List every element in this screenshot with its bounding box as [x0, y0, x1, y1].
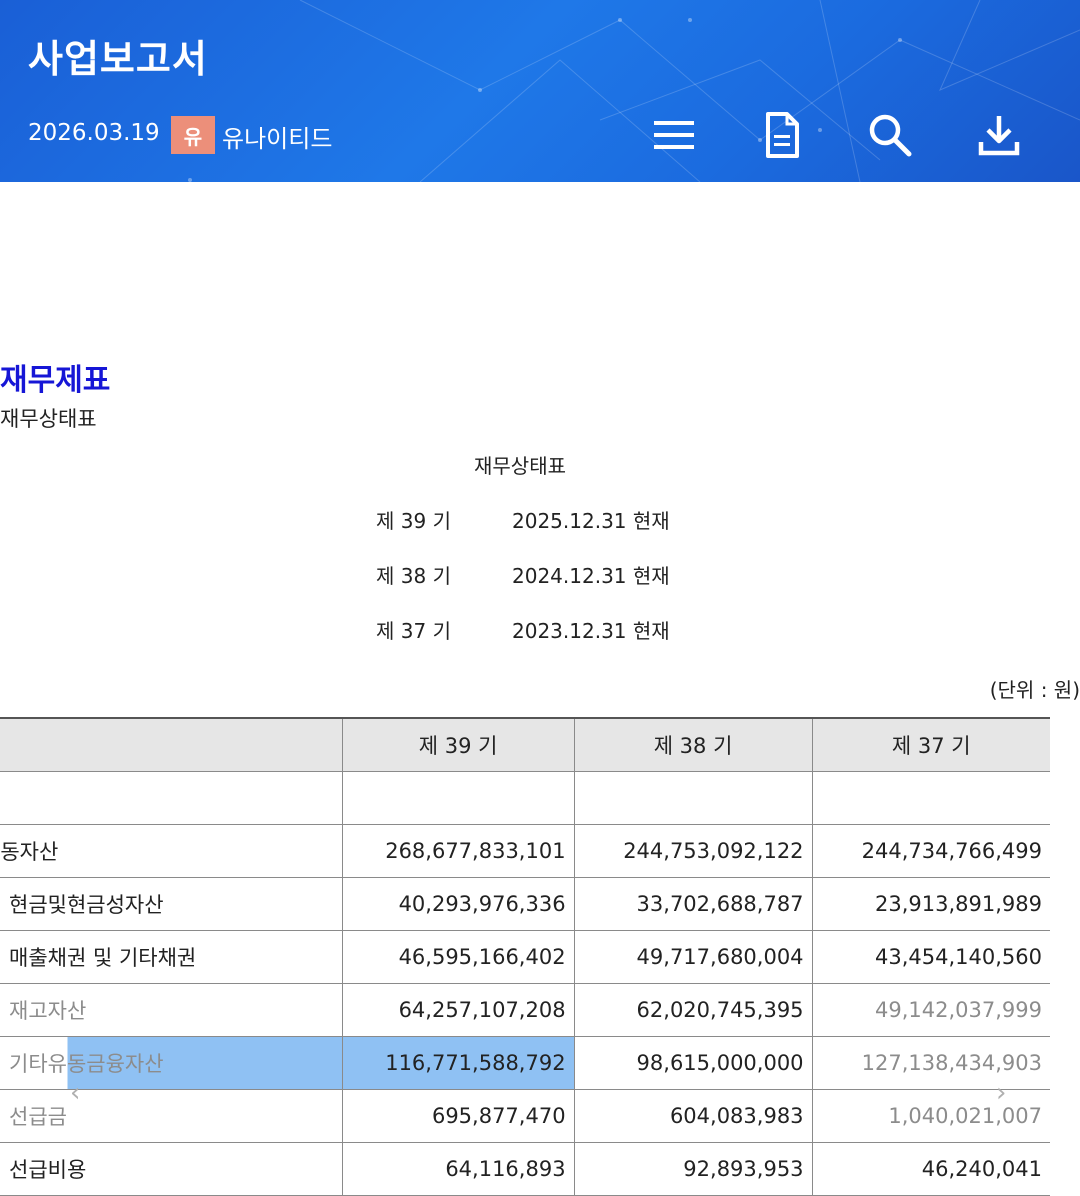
- section-title: 재무제표: [0, 363, 111, 398]
- section-subtitle: 재무상태표: [0, 407, 97, 431]
- row-label: 재고자산: [0, 983, 343, 1037]
- report-date: 2026.03.19: [28, 120, 160, 146]
- document-icon[interactable]: [758, 110, 806, 160]
- download-icon[interactable]: [975, 110, 1023, 160]
- menu-icon[interactable]: [650, 110, 698, 160]
- period-date: 2024.12.31 현재: [512, 564, 670, 588]
- table-header-cell: [0, 717, 343, 772]
- company-badge: 유: [171, 116, 215, 154]
- row-label: 매출채권 및 기타채권: [0, 930, 343, 984]
- period-label: 제 37 기: [376, 619, 451, 643]
- app-title: 사업보고서: [28, 37, 208, 81]
- table-row: 선급금 695,877,470 604,083,983 1,040,021,00…: [0, 1089, 1050, 1143]
- cell-value: 244,734,766,499: [811, 824, 1050, 878]
- table-row: 현금및현금성자산 40,293,976,336 33,702,688,787 2…: [0, 877, 1050, 931]
- company-name[interactable]: 유나이티드: [222, 119, 332, 154]
- table-header-cell: 제 39 기: [341, 717, 575, 772]
- period-label: 제 38 기: [376, 564, 451, 588]
- cell-value: [811, 771, 1050, 825]
- cell-value: 127,138,434,903: [811, 1036, 1050, 1090]
- row-label: 현금및현금성자산: [0, 877, 343, 931]
- table-header-row: 제 39 기 제 38 기 제 37 기: [0, 717, 1050, 772]
- cell-value: 604,083,983: [573, 1089, 813, 1143]
- cell-value: 62,020,745,395: [573, 983, 813, 1037]
- app-header: 사업보고서 2026.03.19 유 유나이티드: [0, 0, 1080, 182]
- cell-value: 268,677,833,101: [341, 824, 575, 878]
- period-date: 2025.12.31 현재: [512, 509, 670, 533]
- chevron-left-icon[interactable]: ‹: [70, 1078, 80, 1108]
- cell-value: [573, 771, 813, 825]
- statement-title: 재무상태표: [474, 454, 566, 478]
- table-header-cell: 제 37 기: [811, 717, 1050, 772]
- unit-label: (단위 : 원): [989, 678, 1080, 702]
- cell-value: 46,240,041: [811, 1142, 1050, 1196]
- row-label-selected[interactable]: 기타유동금융자산: [0, 1036, 343, 1090]
- search-icon[interactable]: [866, 110, 914, 160]
- cell-value: 46,595,166,402: [341, 930, 575, 984]
- row-label: 선급비용: [0, 1142, 343, 1196]
- cell-value: 33,702,688,787: [573, 877, 813, 931]
- cell-value: 49,717,680,004: [573, 930, 813, 984]
- row-label: 유동자산: [0, 824, 343, 878]
- table-row: 매출채권 및 기타채권 46,595,166,402 49,717,680,00…: [0, 930, 1050, 984]
- table-row: 기타유동금융자산 116,771,588,792 98,615,000,000 …: [0, 1036, 1050, 1090]
- cell-value-selected[interactable]: 116,771,588,792: [341, 1036, 575, 1090]
- table-header-cell: 제 38 기: [573, 717, 813, 772]
- table-row: 유동자산 268,677,833,101 244,753,092,122 244…: [0, 824, 1050, 878]
- cell-value: 695,877,470: [341, 1089, 575, 1143]
- balance-sheet-table: 제 39 기 제 38 기 제 37 기 산 유동자산 268,677,833,…: [0, 717, 1050, 1196]
- table-row: 재고자산 64,257,107,208 62,020,745,395 49,14…: [0, 983, 1050, 1037]
- cell-value: 64,257,107,208: [341, 983, 575, 1037]
- cell-value: [341, 771, 575, 825]
- chevron-right-icon[interactable]: ›: [996, 1078, 1006, 1108]
- cell-value: 92,893,953: [573, 1142, 813, 1196]
- period-date: 2023.12.31 현재: [512, 619, 670, 643]
- cell-value: 43,454,140,560: [811, 930, 1050, 984]
- row-label: 산: [0, 771, 343, 825]
- cell-value: 98,615,000,000: [573, 1036, 813, 1090]
- cell-value: 23,913,891,989: [811, 877, 1050, 931]
- row-label: 선급금: [0, 1089, 343, 1143]
- cell-value: 1,040,021,007: [811, 1089, 1050, 1143]
- cell-value: 64,116,893: [341, 1142, 575, 1196]
- period-label: 제 39 기: [376, 509, 451, 533]
- cell-value: 244,753,092,122: [573, 824, 813, 878]
- cell-value: 49,142,037,999: [811, 983, 1050, 1037]
- cell-value: 40,293,976,336: [341, 877, 575, 931]
- table-row: 산: [0, 771, 1050, 825]
- table-row: 선급비용 64,116,893 92,893,953 46,240,041: [0, 1142, 1050, 1196]
